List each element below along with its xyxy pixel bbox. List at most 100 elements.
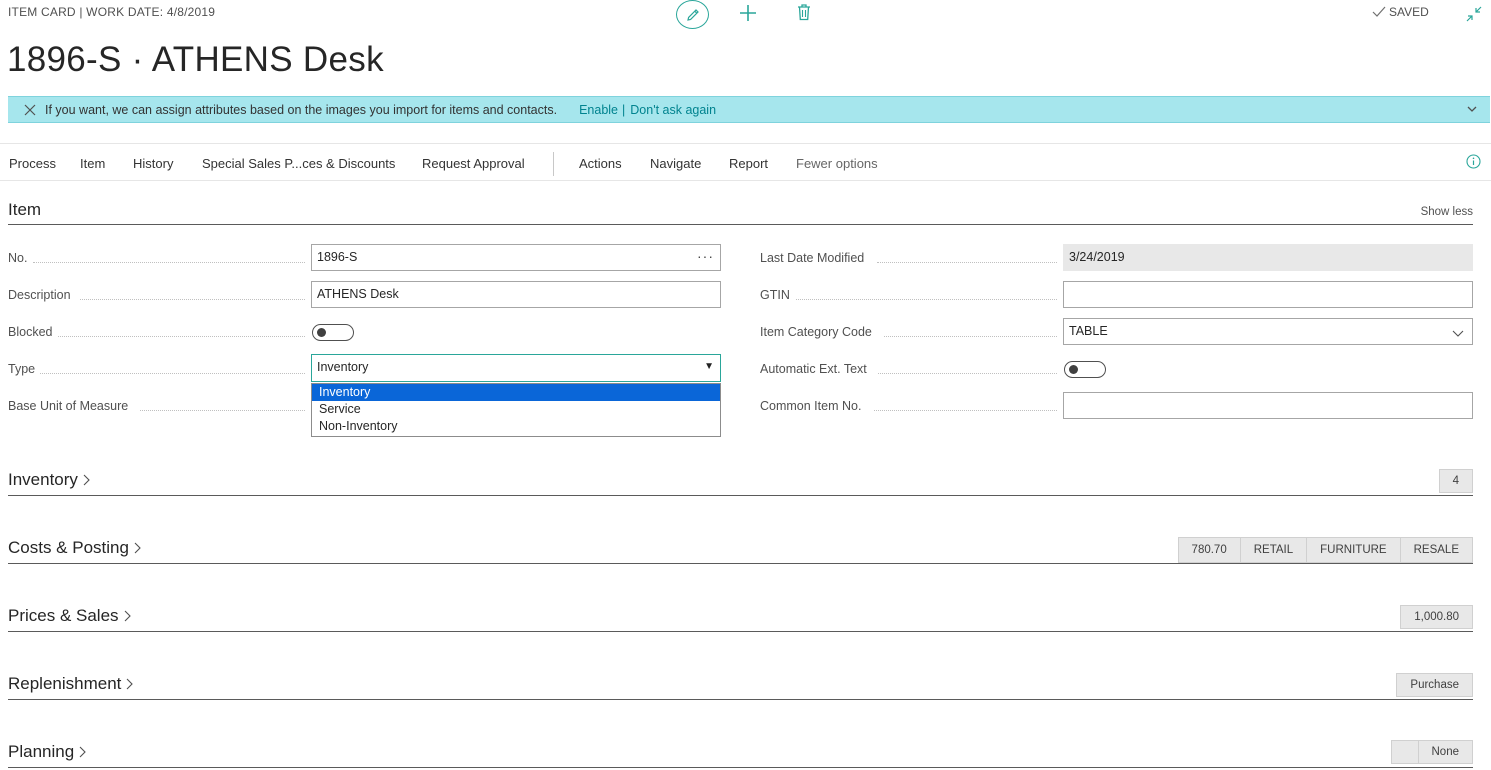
inventory-section-title[interactable]: Inventory <box>8 470 91 490</box>
inventory-section-header: Inventory 4 <box>8 467 1473 496</box>
no-field[interactable]: 1896-S ··· <box>311 244 721 271</box>
info-icon[interactable] <box>1466 154 1481 169</box>
inventory-title-text: Inventory <box>8 470 78 489</box>
field-label-no: No. <box>8 251 28 265</box>
replenishment-section-title[interactable]: Replenishment <box>8 674 134 694</box>
saved-status: SAVED <box>1372 5 1429 19</box>
action-bar-divider <box>553 152 554 176</box>
no-field-value: 1896-S <box>317 250 358 264</box>
add-icon[interactable] <box>738 3 758 23</box>
planning-section-title[interactable]: Planning <box>8 742 87 762</box>
summary-chip: RESALE <box>1399 537 1473 563</box>
lookup-ellipsis-icon[interactable]: ··· <box>697 248 714 264</box>
type-dropdown-list: Inventory Service Non-Inventory <box>311 383 721 437</box>
summary-chip: RETAIL <box>1239 537 1308 563</box>
dotted-leader <box>140 410 305 411</box>
summary-chip: FURNITURE <box>1306 537 1401 563</box>
chevron-right-icon <box>83 474 90 486</box>
field-label-gtin: GTIN <box>760 288 790 302</box>
type-option-service[interactable]: Service <box>312 401 720 418</box>
summary-chip: 780.70 <box>1177 537 1241 563</box>
gtin-field[interactable] <box>1063 281 1473 308</box>
costs-posting-summary: 780.70 RETAIL FURNITURE RESALE <box>1177 537 1473 563</box>
field-label-last-date-modified: Last Date Modified <box>760 251 865 265</box>
action-bar: Process Item History Special Sales P...c… <box>0 143 1491 181</box>
top-bar: ITEM CARD | WORK DATE: 4/8/2019 SAVED <box>0 0 1491 29</box>
dropdown-caret-icon: ▼ <box>704 361 714 372</box>
action-process[interactable]: Process <box>9 156 56 171</box>
notification-bar: If you want, we can assign attributes ba… <box>8 96 1490 123</box>
field-label-blocked: Blocked <box>8 325 53 339</box>
item-category-code-value: TABLE <box>1069 324 1108 338</box>
action-fewer-options[interactable]: Fewer options <box>796 156 878 171</box>
pencil-icon <box>686 8 699 21</box>
field-label-base-unit: Base Unit of Measure <box>8 399 129 413</box>
type-option-inventory[interactable]: Inventory <box>312 384 720 401</box>
action-item[interactable]: Item <box>80 156 105 171</box>
field-label-item-category-code: Item Category Code <box>760 325 872 339</box>
edit-button[interactable] <box>676 0 709 29</box>
show-less-link[interactable]: Show less <box>1421 206 1473 218</box>
last-date-modified-field: 3/24/2019 <box>1063 244 1473 271</box>
type-select-value: Inventory <box>317 360 369 374</box>
common-item-no-field[interactable] <box>1063 392 1473 419</box>
summary-chip: Purchase <box>1396 673 1473 697</box>
field-label-description: Description <box>8 288 71 302</box>
replenishment-section-header: Replenishment Purchase <box>8 671 1473 700</box>
toggle-knob <box>317 328 326 337</box>
delete-icon[interactable] <box>796 3 812 21</box>
action-actions[interactable]: Actions <box>579 156 622 171</box>
replenishment-title-text: Replenishment <box>8 674 122 693</box>
replenishment-summary: Purchase <box>1396 673 1473 697</box>
blocked-toggle[interactable] <box>312 324 354 341</box>
dotted-leader <box>877 262 1057 263</box>
type-select[interactable]: Inventory ▼ <box>311 354 721 382</box>
last-date-modified-value: 3/24/2019 <box>1069 250 1125 264</box>
description-field[interactable]: ATHENS Desk <box>311 281 721 308</box>
action-report[interactable]: Report <box>729 156 768 171</box>
chevron-down-icon[interactable] <box>1466 103 1478 115</box>
type-option-non-inventory[interactable]: Non-Inventory <box>312 418 720 435</box>
action-navigate[interactable]: Navigate <box>650 156 701 171</box>
dotted-leader <box>33 262 305 263</box>
field-label-automatic-ext-text: Automatic Ext. Text <box>760 362 867 376</box>
action-history[interactable]: History <box>133 156 173 171</box>
summary-chip: 1,000.80 <box>1400 605 1473 629</box>
action-special-sales-prices[interactable]: Special Sales P...ces & Discounts <box>202 156 395 171</box>
chevron-down-icon <box>1452 330 1464 337</box>
field-label-type: Type <box>8 362 36 376</box>
costs-posting-title-text: Costs & Posting <box>8 538 129 557</box>
dotted-leader <box>80 299 305 300</box>
chevron-right-icon <box>127 678 134 690</box>
action-request-approval[interactable]: Request Approval <box>422 156 525 171</box>
prices-sales-section-title[interactable]: Prices & Sales <box>8 606 132 626</box>
saved-label: SAVED <box>1389 5 1429 19</box>
automatic-ext-text-toggle[interactable] <box>1064 361 1106 378</box>
chevron-right-icon <box>124 610 131 622</box>
close-icon[interactable] <box>23 103 37 117</box>
chevron-right-icon <box>134 542 141 554</box>
notification-message: If you want, we can assign attributes ba… <box>45 102 558 117</box>
dotted-leader <box>878 373 1057 374</box>
collapse-icon[interactable] <box>1466 6 1482 22</box>
notification-separator: | <box>622 102 626 117</box>
summary-chip <box>1390 740 1419 764</box>
planning-summary: None <box>1390 740 1473 764</box>
dotted-leader <box>796 299 1057 300</box>
dotted-leader <box>58 336 305 337</box>
summary-chip: 4 <box>1438 469 1473 493</box>
prices-sales-summary: 1,000.80 <box>1400 605 1473 629</box>
inventory-summary: 4 <box>1438 469 1473 493</box>
dont-ask-again-link[interactable]: Don't ask again <box>630 103 716 117</box>
enable-link[interactable]: Enable <box>579 103 618 117</box>
costs-posting-section-header: Costs & Posting 780.70 RETAIL FURNITURE … <box>8 535 1473 564</box>
dotted-leader <box>884 336 1057 337</box>
toggle-knob <box>1069 365 1078 374</box>
planning-title-text: Planning <box>8 742 75 761</box>
item-section-title[interactable]: Item <box>8 200 41 220</box>
costs-posting-section-title[interactable]: Costs & Posting <box>8 538 142 558</box>
item-category-code-select[interactable]: TABLE <box>1063 318 1473 345</box>
field-label-common-item-no: Common Item No. <box>760 399 862 413</box>
prices-sales-title-text: Prices & Sales <box>8 606 119 625</box>
prices-sales-section-header: Prices & Sales 1,000.80 <box>8 603 1473 632</box>
